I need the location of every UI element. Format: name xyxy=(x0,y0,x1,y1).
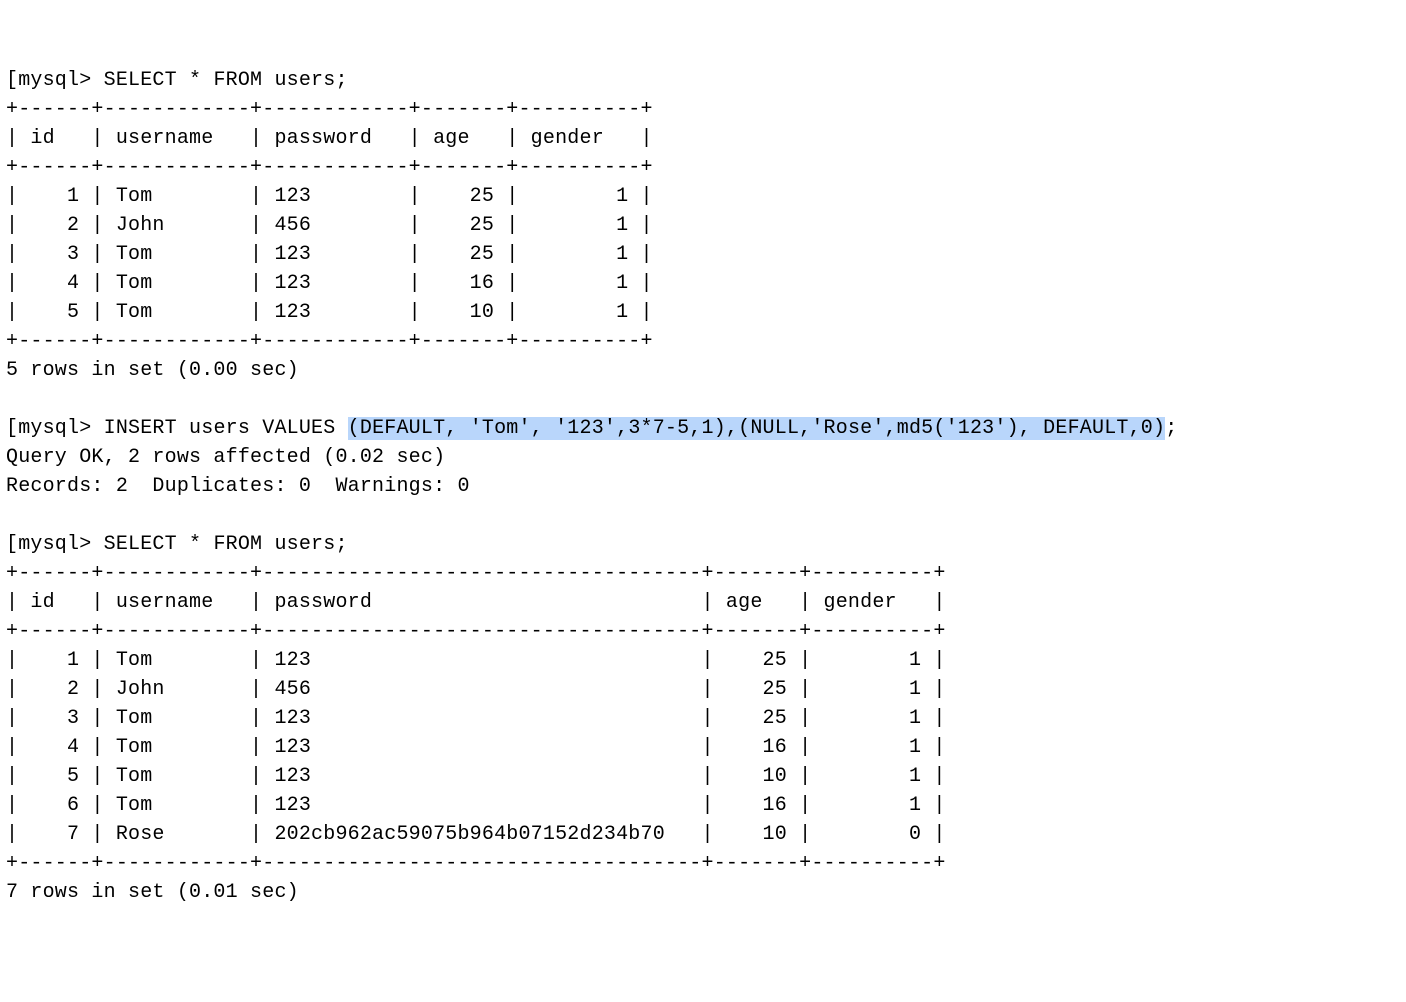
result-table-2: +------+------------+-------------------… xyxy=(6,562,946,875)
mysql-prompt: mysql> xyxy=(18,69,103,92)
prompt-bracket: [ xyxy=(6,533,18,556)
sql-query: SELECT * FROM users; xyxy=(104,533,348,556)
result-table-1: +------+------------+------------+------… xyxy=(6,98,653,353)
insert-response-2: Records: 2 Duplicates: 0 Warnings: 0 xyxy=(6,475,470,498)
prompt-bracket: [ xyxy=(6,69,18,92)
result-footer-2: 7 rows in set (0.01 sec) xyxy=(6,881,299,904)
terminal-output: [mysql> SELECT * FROM users; +------+---… xyxy=(6,66,1400,907)
result-footer-1: 5 rows in set (0.00 sec) xyxy=(6,359,299,382)
sql-insert-highlighted[interactable]: (DEFAULT, 'Tom', '123',3*7-5,1),(NULL,'R… xyxy=(348,417,1166,440)
sql-insert-pre: INSERT users VALUES xyxy=(104,417,348,440)
sql-query: SELECT * FROM users; xyxy=(104,69,348,92)
sql-insert-post: ; xyxy=(1165,417,1177,440)
mysql-prompt: mysql> xyxy=(18,533,103,556)
mysql-prompt: mysql> xyxy=(18,417,103,440)
insert-response-1: Query OK, 2 rows affected (0.02 sec) xyxy=(6,446,445,469)
prompt-bracket: [ xyxy=(6,417,18,440)
